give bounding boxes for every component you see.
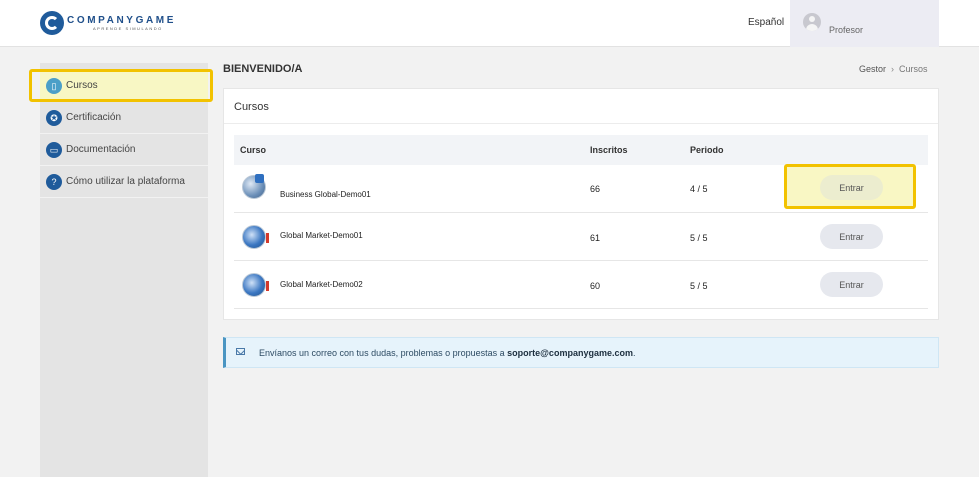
- breadcrumb-current: Cursos: [899, 64, 928, 74]
- breadcrumb: Gestor › Cursos: [859, 64, 928, 74]
- period-value: 5 / 5: [690, 281, 708, 291]
- avatar-icon: [803, 13, 821, 31]
- enter-course-button[interactable]: Entrar: [820, 272, 883, 297]
- sidebar-item-label: Documentación: [66, 144, 136, 155]
- enter-course-button[interactable]: Entrar: [820, 224, 883, 249]
- logo-name: COMPANYGAME: [67, 15, 176, 26]
- period-value: 5 / 5: [690, 233, 708, 243]
- sidebar-item-documentacion[interactable]: ▭ Documentación: [40, 134, 208, 166]
- page-title: BIENVENIDO/A: [223, 63, 303, 75]
- card-title: Cursos: [234, 101, 269, 113]
- language-selector[interactable]: Español: [748, 17, 784, 28]
- award-icon: ✪: [46, 110, 62, 126]
- mail-icon: [236, 348, 245, 355]
- user-name: Profesor: [829, 25, 864, 35]
- sidebar-item-label: Certificación: [66, 112, 122, 123]
- enrolled-count: 61: [590, 233, 601, 243]
- folder-icon: ▭: [46, 142, 62, 158]
- breadcrumb-root[interactable]: Gestor: [859, 64, 886, 74]
- course-name[interactable]: Global Market-Demo01: [280, 231, 363, 240]
- divider: [224, 123, 938, 124]
- period-value: 4 / 5: [690, 184, 708, 194]
- user-profile-menu[interactable]: Profesor: [790, 0, 939, 47]
- column-header-course: Curso: [240, 145, 267, 155]
- column-header-enrolled: Inscritos: [590, 145, 628, 155]
- logo-icon: [40, 11, 64, 35]
- course-globe-icon: [240, 173, 270, 203]
- sidebar-item-certificacion[interactable]: ✪ Certificación: [40, 102, 208, 134]
- company-logo[interactable]: COMPANYGAME APRENDE SIMULANDO: [40, 11, 176, 35]
- enter-course-button[interactable]: Entrar: [820, 175, 883, 200]
- highlight-box: [29, 69, 213, 102]
- course-globe-icon: [240, 223, 270, 253]
- sidebar: ▯ Cursos ✪ Certificación ▭ Documentación…: [40, 63, 208, 477]
- help-icon: ?: [46, 174, 62, 190]
- sidebar-item-help[interactable]: ? Cómo utilizar la plataforma: [40, 166, 208, 198]
- chevron-right-icon: ›: [891, 64, 895, 74]
- column-header-period: Periodo: [690, 145, 724, 155]
- support-alert: Envíanos un correo con tus dudas, proble…: [223, 337, 939, 368]
- alert-text: Envíanos un correo con tus dudas, proble…: [259, 348, 636, 358]
- enrolled-count: 66: [590, 184, 601, 194]
- logo-tagline: APRENDE SIMULANDO: [93, 26, 163, 31]
- top-header: COMPANYGAME APRENDE SIMULANDO Español Pr…: [0, 0, 979, 47]
- course-globe-icon: [240, 271, 270, 301]
- enrolled-count: 60: [590, 281, 601, 291]
- sidebar-item-label: Cómo utilizar la plataforma: [66, 176, 185, 187]
- support-email-link[interactable]: soporte@companygame.com: [507, 348, 633, 358]
- course-name[interactable]: Business Global-Demo01: [280, 190, 371, 199]
- table-header: Curso Inscritos Periodo: [234, 135, 928, 165]
- course-name[interactable]: Global Market-Demo02: [280, 280, 363, 289]
